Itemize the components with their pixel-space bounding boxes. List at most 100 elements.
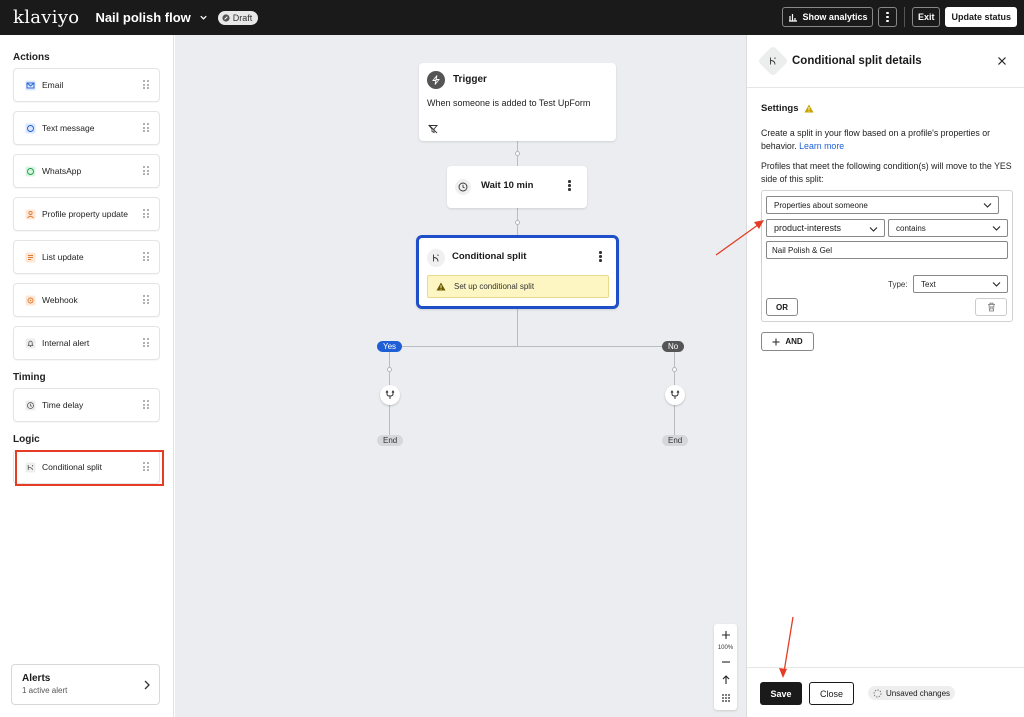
drag-handle-icon[interactable] (142, 80, 151, 89)
sidebar-item-internal-alert[interactable]: Internal alert (13, 326, 160, 360)
yes-end-label: End (377, 435, 404, 446)
sidebar-item-profile-property-update[interactable]: Profile property update (13, 197, 160, 231)
chevron-down-icon (992, 281, 1001, 290)
scroll-to-top-button[interactable] (714, 674, 737, 688)
exit-button[interactable]: Exit (911, 7, 941, 27)
bar-chart-icon (789, 13, 798, 22)
connector-dot[interactable] (515, 220, 520, 225)
minimap-button[interactable] (714, 692, 737, 706)
conditional-split-node[interactable]: Conditional split Set up conditional spl… (416, 235, 619, 309)
yes-add-step-button[interactable] (380, 385, 400, 405)
divider (747, 667, 1024, 668)
timing-section-title: Timing (13, 372, 46, 383)
bell-icon (24, 337, 36, 349)
whatsapp-icon (24, 165, 36, 177)
sidebar-item-label: Webhook (42, 295, 78, 305)
branch-line (389, 346, 675, 347)
zoom-out-button[interactable] (714, 656, 737, 670)
more-options-button[interactable] (878, 7, 897, 27)
property-value: product-interests (774, 223, 842, 233)
condition-category-select[interactable]: Properties about someone (766, 196, 999, 214)
mail-icon (24, 79, 36, 91)
minus-icon (721, 661, 730, 663)
clock-icon (24, 399, 36, 411)
drag-handle-icon[interactable] (142, 295, 151, 304)
save-button[interactable]: Save (760, 682, 802, 705)
condition-category-value: Properties about someone (774, 200, 868, 210)
sidebar-item-label: List update (42, 252, 84, 262)
unsaved-changes-badge: Unsaved changes (868, 686, 956, 700)
condition-description: Profiles that meet the following conditi… (761, 161, 1012, 184)
connector-dot[interactable] (672, 367, 677, 372)
drag-handle-icon[interactable] (142, 400, 151, 409)
chevron-down-icon (983, 202, 992, 211)
or-button[interactable]: OR (766, 298, 798, 316)
plus-icon (721, 631, 730, 639)
close-button[interactable]: Close (809, 682, 854, 705)
sidebar-item-list-update[interactable]: List update (13, 240, 160, 274)
update-status-button[interactable]: Update status (945, 7, 1017, 27)
connector-dot[interactable] (387, 367, 392, 372)
drag-handle-icon[interactable] (142, 209, 151, 218)
split-description: Create a split in your flow based on a p… (761, 127, 1016, 153)
connector-dot[interactable] (515, 151, 520, 156)
chevron-down-icon (992, 225, 1001, 234)
split-description-text: Create a split in your flow based on a p… (761, 128, 991, 151)
settings-label: Settings (761, 103, 799, 114)
drag-handle-icon[interactable] (142, 338, 151, 347)
divider (747, 87, 1024, 88)
panel-title: Conditional split details (792, 55, 922, 67)
split-warning-banner[interactable]: Set up conditional split (427, 275, 609, 298)
flow-title[interactable]: Nail polish flow (95, 10, 190, 25)
chevron-right-icon (143, 679, 151, 693)
zoom-in-button[interactable] (714, 629, 737, 643)
trigger-node[interactable]: Trigger When someone is added to Test Up… (419, 63, 616, 141)
split-icon (762, 50, 784, 72)
show-analytics-button[interactable]: Show analytics (782, 7, 874, 27)
settings-heading: Settings (761, 103, 814, 114)
wait-title: Wait 10 min (481, 180, 534, 191)
operator-select[interactable]: contains (888, 219, 1008, 237)
yes-branch-label: Yes (377, 341, 403, 352)
klaviyo-logo[interactable]: klaviyo (13, 7, 79, 28)
sidebar-item-text-message[interactable]: Text message (13, 111, 160, 145)
draft-label: Draft (232, 12, 253, 23)
no-branch-label: No (662, 341, 685, 352)
sidebar-item-webhook[interactable]: Webhook (13, 283, 160, 317)
type-value: Text (921, 279, 936, 289)
kebab-icon[interactable] (599, 251, 602, 262)
drag-handle-icon[interactable] (142, 166, 151, 175)
learn-more-link[interactable]: Learn more (799, 141, 844, 151)
drag-handle-icon[interactable] (142, 123, 151, 132)
chevron-down-icon (869, 225, 878, 235)
filter-off-icon[interactable] (428, 123, 438, 137)
sidebar-item-label: Text message (42, 123, 95, 133)
sidebar-item-label: WhatsApp (42, 166, 82, 176)
kebab-icon[interactable] (568, 180, 571, 191)
no-add-step-button[interactable] (665, 385, 685, 405)
trigger-title: Trigger (453, 74, 487, 85)
sidebar-item-time-delay[interactable]: Time delay (13, 388, 160, 422)
lightning-icon (427, 71, 445, 89)
type-select[interactable]: Text (913, 275, 1008, 293)
edit-icon (222, 13, 230, 22)
trigger-description: When someone is added to Test UpForm (427, 98, 591, 108)
sidebar-item-email[interactable]: Email (13, 68, 160, 102)
drag-handle-icon[interactable] (142, 252, 151, 261)
sidebar-item-label: Email (42, 80, 64, 90)
and-button[interactable]: AND (761, 332, 814, 351)
close-icon[interactable] (997, 55, 1007, 69)
wait-node[interactable]: Wait 10 min (447, 166, 587, 208)
webhook-icon (24, 294, 36, 306)
loading-spinner-icon (873, 689, 882, 697)
alerts-card[interactable]: Alerts 1 active alert (11, 664, 160, 705)
split-path-icon (670, 390, 680, 399)
sidebar-item-whatsapp[interactable]: WhatsApp (13, 154, 160, 188)
condition-value-input[interactable]: Nail Polish & Gel (766, 241, 1008, 259)
split-title: Conditional split (452, 251, 527, 262)
property-select[interactable]: product-interests (766, 219, 885, 237)
chevron-down-icon[interactable] (199, 13, 208, 22)
flow-canvas[interactable]: Yes No End End Trigger When someone is a… (175, 35, 746, 717)
warning-icon (436, 282, 446, 291)
delete-condition-button[interactable] (975, 298, 1007, 316)
